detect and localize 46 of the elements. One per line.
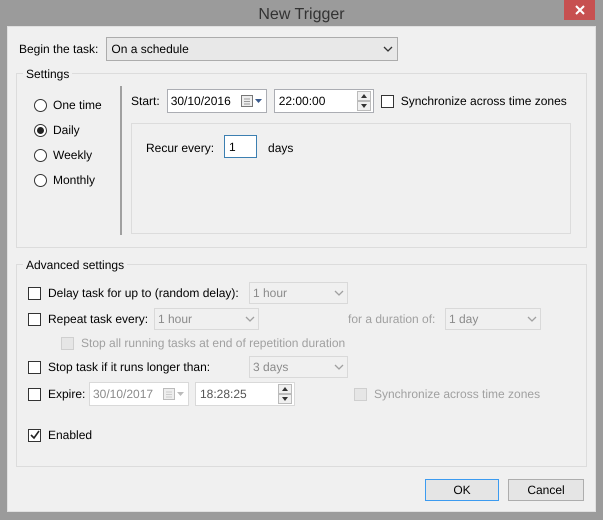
- checkbox-label: Delay task for up to (random delay):: [48, 285, 239, 302]
- date-field[interactable]: 30/10/2016: [166, 89, 267, 113]
- radio-label: Daily: [53, 122, 80, 139]
- radio-label: One time: [53, 97, 102, 114]
- checkbox[interactable]: [28, 388, 41, 400]
- spinner-icon: [356, 91, 371, 111]
- time-field[interactable]: 18:28:25: [195, 382, 295, 406]
- calendar-dropdown-icon: [163, 388, 185, 400]
- chevron-down-icon: [527, 316, 537, 322]
- checkbox[interactable]: [28, 286, 41, 300]
- close-icon: [574, 5, 584, 15]
- checkbox[interactable]: [28, 428, 41, 442]
- radio-label: Weekly: [53, 147, 92, 164]
- calendar-dropdown-icon: [240, 95, 263, 107]
- spinner-icon: [278, 384, 292, 404]
- time-field[interactable]: 22:00:00: [274, 89, 374, 113]
- recur-input[interactable]: 1: [224, 135, 258, 158]
- recur-label: Recur every:: [146, 140, 214, 157]
- radio-label: Monthly: [53, 172, 96, 189]
- radio-button[interactable]: [34, 98, 47, 112]
- checkbox-label: Repeat task every:: [48, 311, 148, 328]
- chevron-down-icon: [334, 290, 344, 296]
- close-button[interactable]: [564, 0, 595, 20]
- recur-unit: days: [268, 140, 294, 157]
- begin-task-label: Begin the task:: [19, 41, 98, 58]
- checkbox[interactable]: [28, 360, 41, 374]
- duration-label: for a duration of:: [348, 311, 436, 328]
- dialog-button[interactable]: Cancel: [508, 479, 584, 501]
- checkbox-label: Synchronize across time zones: [374, 386, 540, 403]
- radio-button[interactable]: [34, 148, 47, 162]
- chevron-down-icon: [245, 316, 255, 322]
- start-label: Start:: [131, 93, 160, 110]
- begin-task-dropdown[interactable]: On a schedule: [106, 37, 398, 61]
- radio-button[interactable]: [34, 124, 47, 136]
- checkbox[interactable]: [28, 312, 41, 326]
- checkbox-label: Stop all running tasks at end of repetition duration: [81, 335, 346, 352]
- checkbox-label: Stop task if it runs longer than:: [48, 359, 210, 376]
- chevron-down-icon: [334, 364, 344, 370]
- checkbox[interactable]: [380, 94, 394, 108]
- chevron-down-icon: [383, 46, 394, 52]
- checkbox-label: Expire:: [48, 386, 86, 403]
- dialog-button[interactable]: OK: [425, 479, 499, 501]
- radio-button[interactable]: [34, 174, 47, 186]
- window-title: New Trigger: [258, 5, 345, 25]
- checkbox-label: Enabled: [48, 427, 92, 444]
- checkbox-label: Synchronize across time zones: [400, 93, 567, 110]
